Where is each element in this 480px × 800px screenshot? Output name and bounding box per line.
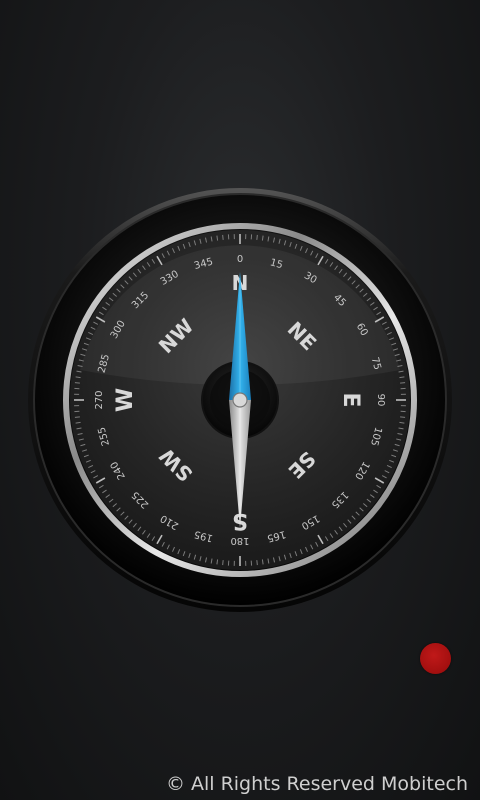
east-label: E (338, 392, 363, 407)
degree-tick (256, 234, 258, 240)
degree-tick (216, 559, 219, 565)
degree-tick (74, 416, 80, 418)
degree-tick (399, 376, 405, 379)
degree-tick (261, 559, 264, 565)
degree-label: 0 (237, 254, 243, 265)
needle-pivot (232, 392, 248, 408)
degree-tick (400, 416, 406, 418)
compass-dial: 0 153045607590105120135150165180195210225… (28, 188, 452, 612)
degree-label: 270 (94, 390, 105, 409)
degree-label: 180 (230, 535, 249, 546)
degree-tick (261, 235, 264, 241)
degree-tick (74, 382, 80, 384)
degree-tick (75, 421, 81, 424)
recording-indicator[interactable] (420, 643, 451, 674)
copyright-text: © All Rights Reserved Mobitech (165, 773, 468, 795)
degree-tick (216, 235, 219, 241)
degree-tick (222, 560, 224, 566)
degree-tick (222, 234, 224, 240)
degree-tick (75, 376, 81, 379)
degree-tick (256, 560, 258, 566)
degree-label: 90 (375, 394, 386, 407)
compass-screen: 0 15 30 45 60 75 90 105 120 135 150 165 180 195 210 225… (0, 0, 480, 800)
degree-tick (399, 421, 405, 424)
west-label: W (113, 388, 138, 412)
degree-tick (400, 382, 406, 384)
